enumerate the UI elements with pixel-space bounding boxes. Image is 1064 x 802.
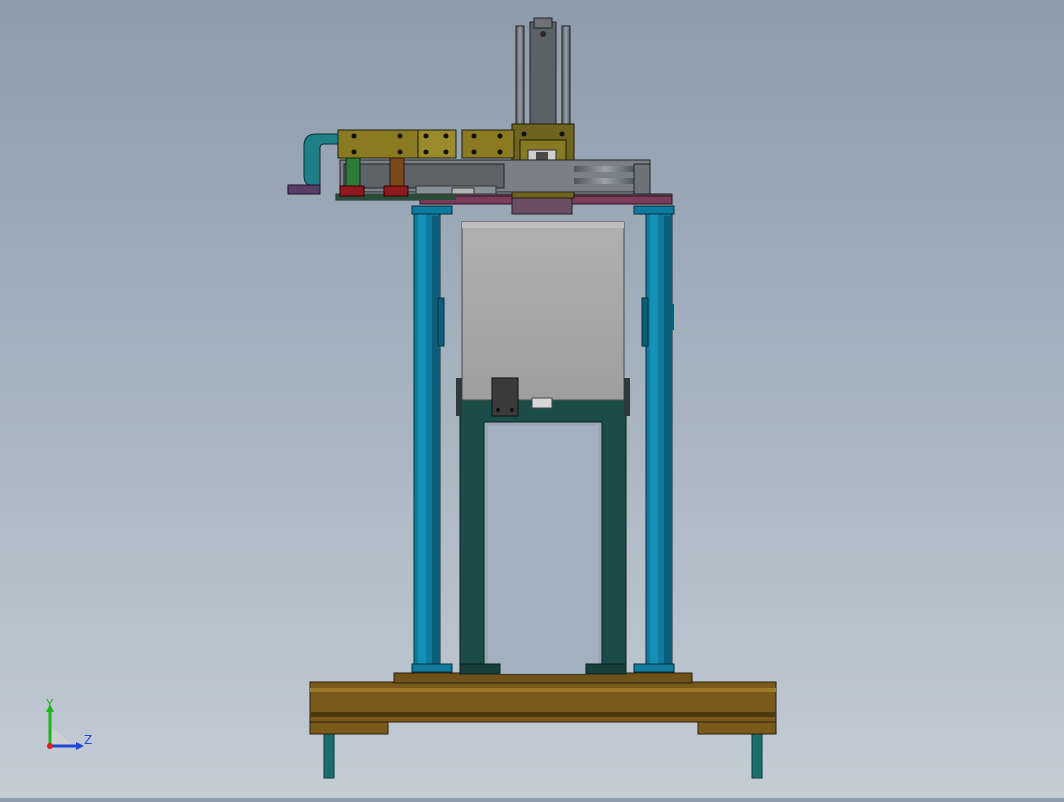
y-axis-label: Y [45, 697, 54, 711]
cad-viewport[interactable]: Y Z [0, 0, 1064, 798]
vertical-cylinder[interactable] [515, 17, 571, 127]
housing-bracket [491, 377, 519, 417]
coordinate-triad: Y Z [34, 696, 104, 766]
left-leg [323, 727, 335, 779]
right-leg [751, 727, 763, 779]
right-upright[interactable] [633, 205, 675, 673]
left-upright[interactable] [411, 205, 453, 673]
x-axis [47, 743, 53, 749]
gray-housing[interactable] [456, 221, 630, 417]
base-plate[interactable] [309, 672, 777, 735]
base-legs [323, 727, 763, 779]
housing-fitting [531, 397, 553, 409]
assembly-drawing [287, 17, 777, 779]
gripper-beam[interactable] [337, 129, 515, 159]
cable-duct [287, 133, 339, 195]
inner-frame[interactable] [459, 399, 627, 675]
z-axis-label: Z [84, 733, 92, 747]
top-plate[interactable] [335, 193, 673, 215]
triad-plane [50, 726, 74, 746]
